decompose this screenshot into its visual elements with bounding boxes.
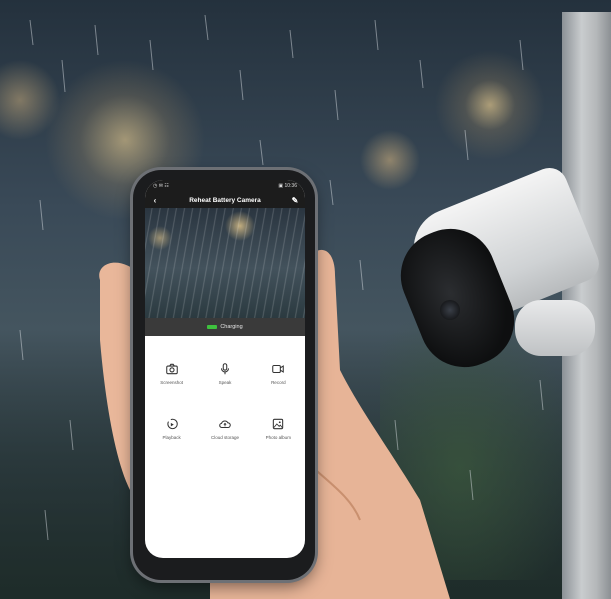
status-right: ▣ 10:36 (278, 183, 297, 189)
live-video-feed[interactable] (145, 208, 305, 318)
screenshot-button[interactable]: Screenshot (145, 362, 198, 385)
record-button[interactable]: Record (252, 362, 305, 385)
video-icon (272, 364, 285, 374)
page-title: Reheat Battery Camera (189, 196, 261, 204)
app-header: ‹ Reheat Battery Camera ✎ (145, 192, 305, 208)
charging-status: Charging (145, 318, 305, 336)
microphone-icon (220, 363, 230, 375)
speak-label: Speak (218, 380, 232, 385)
background-scene: ◷ ✉ ☷ ▣ 10:36 ‹ Reheat Battery Camera ✎ … (0, 0, 611, 599)
app-screen: ◷ ✉ ☷ ▣ 10:36 ‹ Reheat Battery Camera ✎ … (145, 180, 305, 558)
camera-mount (515, 300, 595, 356)
pencil-icon[interactable]: ✎ (290, 195, 300, 205)
chevron-left-icon[interactable]: ‹ (150, 195, 160, 205)
photo-album-label: Photo album (265, 435, 291, 440)
action-grid: Screenshot Speak Record Playback Cloud s… (145, 336, 305, 440)
cloud-icon (219, 420, 231, 429)
battery-icon (207, 325, 218, 329)
playback-label: Playback (162, 435, 181, 440)
image-icon (273, 418, 284, 430)
cloud-storage-button[interactable]: Cloud storage (198, 417, 251, 440)
video-rain (145, 208, 305, 318)
record-label: Record (271, 380, 286, 385)
status-left: ◷ ✉ ☷ (153, 183, 169, 189)
screenshot-label: Screenshot (160, 380, 184, 385)
charging-label: Charging (220, 324, 243, 330)
cloud-storage-label: Cloud storage (210, 435, 239, 440)
camera-icon (165, 363, 178, 375)
playback-button[interactable]: Playback (145, 417, 198, 440)
photo-album-button[interactable]: Photo album (252, 417, 305, 440)
playback-icon (167, 418, 178, 430)
speak-button[interactable]: Speak (198, 362, 251, 385)
status-bar: ◷ ✉ ☷ ▣ 10:36 (145, 180, 305, 192)
